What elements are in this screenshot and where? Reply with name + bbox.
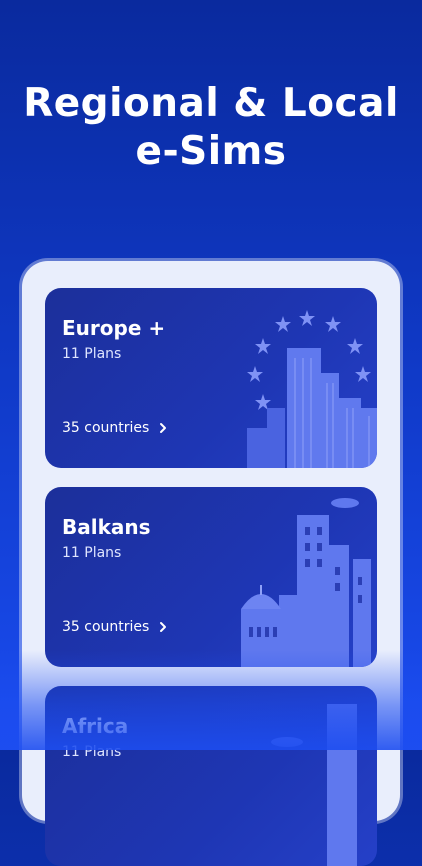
region-card-europe[interactable]: Europe + 11 Plans 35 countries [45,288,377,468]
region-title: Europe + [62,316,166,340]
page-headline: Regional & Local e-Sims [0,80,422,176]
countries-label: 35 countries [62,619,150,635]
balkans-city-illustration [241,498,371,667]
headline-line-2: e-Sims [135,129,287,174]
region-title: Balkans [62,515,151,539]
headline-line-1: Regional & Local [23,81,399,126]
region-card-balkans[interactable]: Balkans 11 Plans 35 countries [45,487,377,667]
region-plans: 11 Plans [62,346,122,362]
region-title: Africa [62,714,129,738]
region-plans: 11 Plans [62,545,122,561]
region-card-africa[interactable]: Africa 11 Plans [45,686,377,866]
region-plans: 11 Plans [62,744,122,760]
countries-link[interactable]: 35 countries [62,619,169,635]
chevron-right-icon [160,622,167,632]
chevron-right-icon [160,423,167,433]
europe-city-illustration [247,310,377,468]
countries-label: 35 countries [62,420,150,436]
africa-city-illustration [271,704,357,866]
countries-link[interactable]: 35 countries [62,420,169,436]
